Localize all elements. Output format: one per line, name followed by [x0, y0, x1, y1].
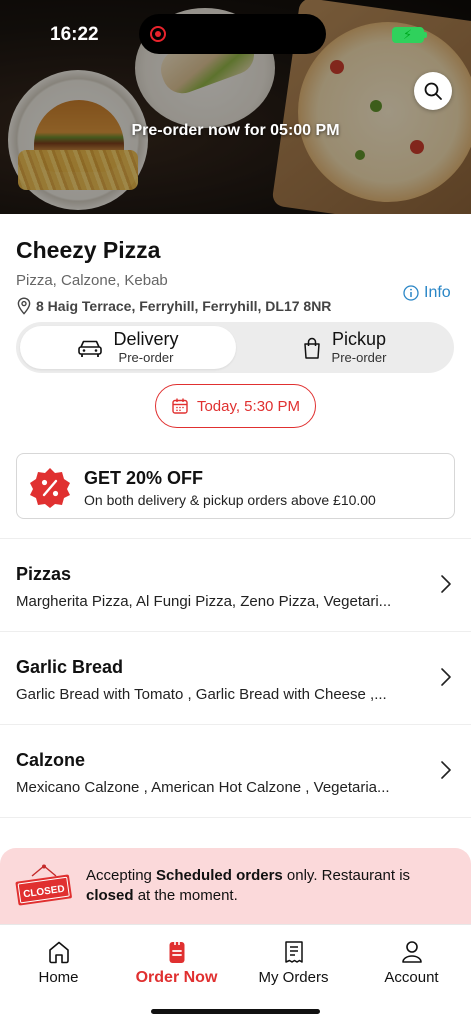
notice-text-part: only. Restaurant is [282, 867, 411, 884]
battery-icon: ⚡ [392, 27, 427, 43]
order-type-toggle: Delivery Pre-order Pickup Pre-order [16, 322, 454, 373]
schedule-time-button[interactable]: Today, 5:30 PM [155, 384, 316, 428]
tab-my-orders[interactable]: My Orders [235, 925, 352, 995]
info-link[interactable]: Info [403, 284, 451, 302]
closed-sign-icon: CLOSED [15, 864, 72, 906]
category-row[interactable]: Pizzas Margherita Pizza, Al Fungi Pizza,… [0, 538, 471, 630]
search-icon [424, 82, 442, 100]
restaurant-cuisines: Pizza, Calzone, Kebab [16, 272, 168, 289]
info-label: Info [424, 284, 451, 301]
dynamic-island [139, 14, 326, 54]
delivery-option[interactable]: Delivery Pre-order [20, 326, 236, 369]
pickup-label: Pickup [331, 329, 386, 350]
restaurant-name: Cheezy Pizza [16, 237, 161, 263]
closed-notice-text: Accepting Scheduled orders only. Restaur… [86, 866, 446, 907]
discount-badge-icon [30, 468, 70, 508]
preorder-banner: Pre-order now for 05:00 PM [131, 122, 340, 139]
shopping-bag-icon [303, 337, 320, 359]
category-title: Pizzas [16, 564, 72, 584]
restaurant-address: 8 Haig Terrace, Ferryhill, Ferryhill, DL… [16, 297, 331, 315]
offer-subtitle: On both delivery & pickup orders above £… [84, 492, 376, 508]
category-title: Garlic Bread [16, 657, 124, 677]
tab-account[interactable]: Account [353, 925, 470, 995]
category-items: Margherita Pizza, Al Fungi Pizza, Zeno P… [16, 593, 392, 610]
schedule-time-label: Today, 5:30 PM [196, 397, 301, 415]
address-text: 8 Haig Terrace, Ferryhill, Ferryhill, DL… [36, 298, 332, 314]
recording-icon [150, 26, 166, 42]
offer-title: GET 20% OFF [84, 468, 204, 488]
category-title: Calzone [16, 750, 86, 770]
chevron-right-icon [441, 575, 451, 593]
search-button[interactable] [414, 72, 452, 110]
category-row[interactable]: Calzone Mexicano Calzone , American Hot … [0, 724, 471, 816]
user-icon [401, 941, 422, 963]
category-items: Mexicano Calzone , American Hot Calzone … [16, 779, 390, 796]
chevron-right-icon [441, 668, 451, 686]
receipt-icon [284, 941, 303, 963]
category-items: Garlic Bread with Tomato , Garlic Bread … [16, 686, 387, 703]
notice-bold-closed: closed [86, 887, 134, 905]
calendar-icon [172, 398, 188, 414]
tab-order-now[interactable]: Order Now [118, 925, 235, 995]
home-indicator [151, 1009, 320, 1014]
location-pin-icon [17, 297, 31, 315]
delivery-sub: Pre-order [118, 350, 174, 366]
tab-home-label: Home [38, 969, 79, 986]
notice-text-part: at the moment. [133, 887, 238, 905]
pickup-option[interactable]: Pickup Pre-order [236, 326, 452, 369]
chevron-right-icon [441, 761, 451, 779]
notice-text-part: Accepting [86, 867, 157, 884]
order-menu-icon [169, 940, 184, 963]
pickup-sub: Pre-order [331, 350, 387, 366]
tab-home[interactable]: Home [0, 925, 117, 995]
divider [0, 817, 471, 818]
notice-bold-scheduled: Scheduled orders [156, 867, 283, 884]
category-row[interactable]: Garlic Bread Garlic Bread with Tomato , … [0, 631, 471, 723]
info-icon [403, 285, 419, 301]
home-icon [48, 941, 69, 964]
tab-my-orders-label: My Orders [258, 969, 329, 986]
status-time: 16:22 [50, 24, 99, 45]
delivery-label: Delivery [113, 329, 179, 350]
closed-notice: CLOSED Accepting Scheduled orders only. … [0, 848, 471, 926]
tab-order-now-label: Order Now [135, 969, 218, 986]
offer-card[interactable]: GET 20% OFF On both delivery & pickup or… [16, 453, 455, 519]
tab-account-label: Account [384, 969, 439, 986]
car-icon [78, 340, 103, 357]
